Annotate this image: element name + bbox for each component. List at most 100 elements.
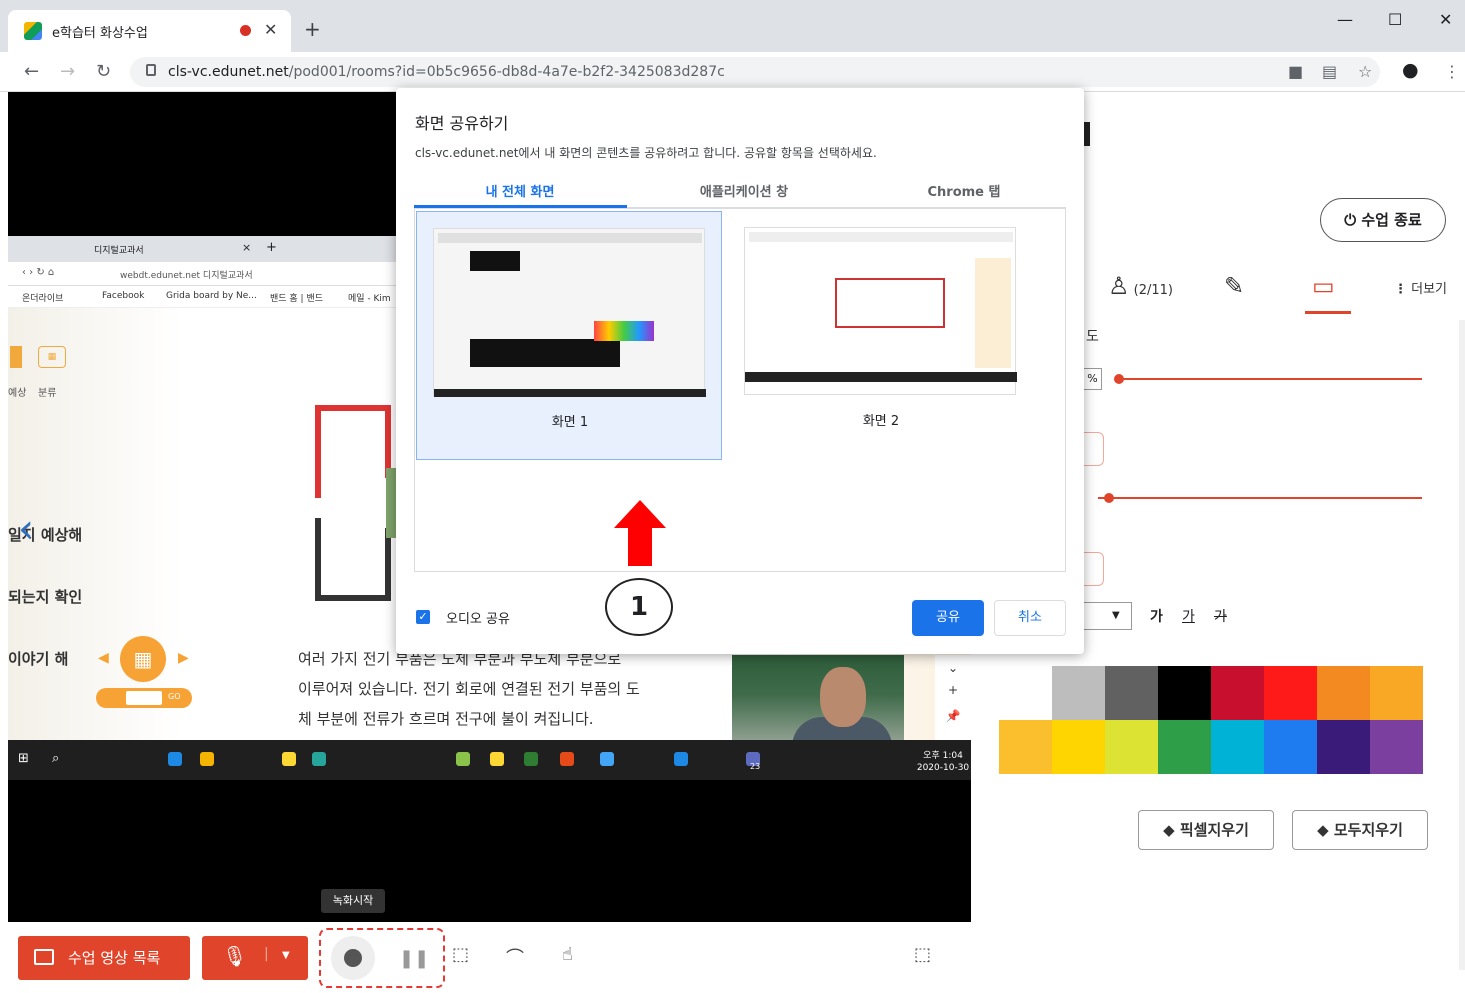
end-class-button[interactable]: ⏻ 수업 종료 xyxy=(1320,198,1446,242)
font-size-dropdown[interactable]: ▼ xyxy=(1084,602,1132,630)
side-icon-label: 예상 xyxy=(8,388,27,399)
more-kebab-icon: ⋮ xyxy=(1394,282,1407,297)
forward-icon[interactable]: → xyxy=(60,61,75,82)
new-tab-icon[interactable]: + xyxy=(304,17,321,41)
pin-icon[interactable]: 📌 xyxy=(935,709,971,723)
palette-color-swatch[interactable] xyxy=(1052,720,1105,774)
erase-all-button[interactable]: ◆ 모두지우기 xyxy=(1292,810,1428,850)
minimize-icon[interactable]: — xyxy=(1337,10,1353,29)
palette-color-swatch[interactable] xyxy=(1158,720,1211,774)
dialog-title: 화면 공유하기 xyxy=(415,114,509,133)
microphone-button[interactable]: 🎙 | ▼ xyxy=(202,936,308,980)
powerpoint-icon xyxy=(560,752,574,766)
excel-icon xyxy=(524,752,538,766)
camera-in-use-icon[interactable]: ■ xyxy=(1288,62,1303,81)
reload-icon[interactable]: ↻ xyxy=(96,61,111,82)
percent-field[interactable]: % xyxy=(1084,368,1102,390)
tab-whiteboard-icon[interactable]: ▭ xyxy=(1312,272,1335,300)
side-text: 되는지 확인 xyxy=(8,588,83,606)
thumb-taskbar xyxy=(434,389,706,397)
more-label: 더보기 xyxy=(1411,282,1448,297)
underline-button[interactable]: 가 xyxy=(1182,606,1195,626)
region-select-icon[interactable]: ⬚ xyxy=(452,944,469,965)
opacity-slider[interactable] xyxy=(1098,497,1422,499)
palette-color-swatch[interactable] xyxy=(1264,666,1317,720)
record-tooltip: 녹화시작 xyxy=(321,889,385,913)
pointer-hand-icon[interactable]: ☝ xyxy=(562,944,573,965)
palette-color-swatch[interactable] xyxy=(999,720,1052,774)
panel-title-fragment xyxy=(1084,122,1090,146)
shared-new-tab-icon: + xyxy=(266,240,277,255)
bookmark-star-icon[interactable]: ☆ xyxy=(1358,62,1372,81)
palette-color-swatch[interactable] xyxy=(1211,720,1264,774)
search-icon: ⌕ xyxy=(52,751,60,766)
strikethrough-button[interactable]: 가 xyxy=(1214,606,1227,626)
chart-icon xyxy=(10,346,22,368)
tab-application-window[interactable]: 애플리케이션 창 xyxy=(634,181,854,200)
slider-knob[interactable] xyxy=(1114,374,1124,384)
pause-icon[interactable]: ❚❚ xyxy=(399,948,429,969)
color-palette xyxy=(999,666,1423,774)
menu-kebab-icon[interactable]: ⋮ xyxy=(1444,62,1460,81)
video-list-button[interactable]: 수업 영상 목록 xyxy=(18,936,190,980)
thickness-slider[interactable] xyxy=(1118,378,1422,380)
back-icon[interactable]: ← xyxy=(24,61,39,82)
chevron-down-icon[interactable]: ⌄ xyxy=(935,661,971,675)
audio-share-label: 오디오 공유 xyxy=(446,612,510,627)
thumb-block xyxy=(470,251,520,271)
color-input-box[interactable] xyxy=(1082,432,1104,466)
palette-color-swatch[interactable] xyxy=(1158,666,1211,720)
tab-chrome-tab[interactable]: Chrome 탭 xyxy=(854,181,1074,200)
palette-color-swatch[interactable] xyxy=(1052,666,1105,720)
record-start-button[interactable] xyxy=(331,936,375,980)
tab-close-icon[interactable]: ✕ xyxy=(264,20,277,39)
screen-option-1[interactable]: 화면 1 xyxy=(416,211,722,460)
tab-participants[interactable]: ♙ (2/11) xyxy=(1108,272,1173,300)
more-menu[interactable]: ⋮ 더보기 xyxy=(1394,278,1447,297)
url-field[interactable]: cls-vc.edunet.net/pod001/rooms?id=0b5c96… xyxy=(130,57,1380,87)
bold-button[interactable]: 가 xyxy=(1150,606,1163,626)
palette-color-swatch[interactable] xyxy=(1317,666,1370,720)
active-tab-indicator xyxy=(1305,311,1351,314)
slider-knob[interactable] xyxy=(1104,493,1114,503)
color-input-box[interactable] xyxy=(1082,552,1104,586)
tab-quiz-clipboard-icon[interactable]: ✎ xyxy=(1224,272,1244,300)
screen-option-2[interactable]: 화면 2 xyxy=(728,211,1034,460)
palette-color-swatch[interactable] xyxy=(1105,666,1158,720)
pixel-erase-button[interactable]: ◆ 픽셀지우기 xyxy=(1138,810,1274,850)
left-arrow-icon: ◀ xyxy=(98,650,109,666)
annotation-step-number: 1 xyxy=(605,578,673,636)
palette-color-swatch[interactable] xyxy=(999,666,1052,720)
thumb-bar xyxy=(749,232,1013,242)
bookmark-item: Facebook xyxy=(102,291,145,301)
lasso-icon[interactable]: ⌒ xyxy=(506,944,524,970)
tab-entire-screen[interactable]: 내 전체 화면 xyxy=(410,181,630,200)
palette-color-swatch[interactable] xyxy=(1370,720,1423,774)
profile-icon[interactable]: ● xyxy=(1402,59,1419,81)
palette-color-swatch[interactable] xyxy=(1370,666,1423,720)
bookmark-item: 메일 - Kim xyxy=(348,294,391,304)
translate-icon[interactable]: ▤ xyxy=(1322,62,1337,81)
palette-color-swatch[interactable] xyxy=(1264,720,1317,774)
bookmark-item: Grida board by Ne... xyxy=(166,291,257,301)
mic-dropdown-icon[interactable]: ▼ xyxy=(282,950,290,961)
palette-color-swatch[interactable] xyxy=(1211,666,1264,720)
audio-share-checkbox[interactable]: ✓ xyxy=(416,610,430,624)
folder-icon xyxy=(282,752,296,766)
right-panel-scrollbar[interactable] xyxy=(1459,320,1465,970)
share-button[interactable]: 공유 xyxy=(912,600,984,636)
cancel-button[interactable]: 취소 xyxy=(994,600,1066,636)
screen-1-label: 화면 1 xyxy=(551,415,589,430)
browser-tab[interactable]: e학습터 화상수업 ✕ xyxy=(8,10,291,52)
palette-color-swatch[interactable] xyxy=(1105,720,1158,774)
window-close-icon[interactable]: ✕ xyxy=(1439,10,1452,29)
eraser-icon: ◆ xyxy=(1163,821,1180,839)
palette-color-swatch[interactable] xyxy=(1317,720,1370,774)
shared-nav-icons: ‹ › ↻ ⌂ xyxy=(22,267,55,278)
pixel-erase-label: 픽셀지우기 xyxy=(1179,821,1249,839)
thumb-palette xyxy=(594,321,654,341)
add-icon[interactable]: + xyxy=(935,683,971,697)
maximize-icon[interactable]: ☐ xyxy=(1388,10,1402,29)
fullscreen-icon[interactable]: ⬚ xyxy=(914,944,931,965)
screen-2-label: 화면 2 xyxy=(862,414,900,429)
